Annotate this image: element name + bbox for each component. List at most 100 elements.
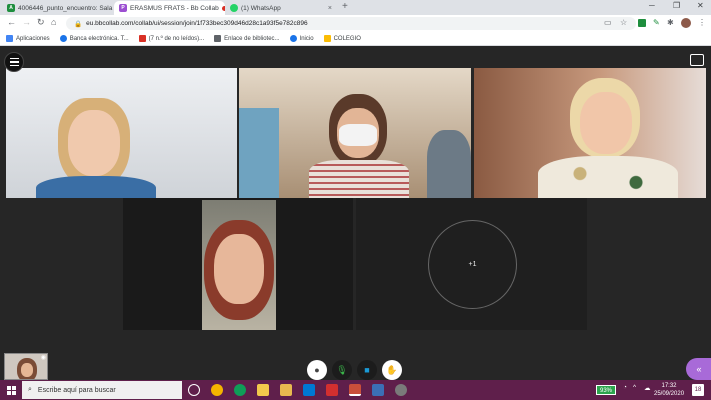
cortana-icon[interactable] [188, 384, 200, 396]
bookmark-inicio[interactable]: Inicio [289, 35, 314, 42]
bookmark-banca[interactable]: Banca electrónica. T... [59, 35, 129, 42]
my-video-thumbnail[interactable]: ◉ [4, 353, 48, 380]
battery-indicator[interactable]: 93% [596, 385, 617, 395]
file-explorer-icon[interactable] [280, 384, 292, 396]
eye-icon[interactable]: ◉ [41, 354, 46, 361]
tab-punto-encuentro[interactable]: A 4006446_punto_encuentro: Sala × [2, 1, 114, 15]
participant-video-4[interactable] [202, 200, 276, 330]
person-left-shape [239, 108, 279, 198]
camera-icon: ■ [364, 365, 370, 375]
restore-icon[interactable]: ❐ [673, 1, 680, 10]
profile-avatar[interactable] [681, 18, 691, 28]
windows-taskbar: ⌕ Escribe aquí para buscar 93% ◔ ^ ☁ 17:… [0, 380, 711, 400]
raise-hand-button[interactable]: ✋ [382, 360, 402, 380]
apps-grid-icon [6, 35, 13, 42]
tab-favicon-icon: A [7, 4, 15, 12]
user-avatar-icon: ● [314, 365, 320, 375]
face-mask-shape [339, 124, 377, 146]
bookmark-label: COLEGIO [333, 35, 361, 42]
bookmark-label: Banca electrónica. T... [69, 35, 129, 42]
lock-icon: 🔒 [74, 20, 83, 28]
browser-tab-strip: A 4006446_punto_encuentro: Sala × P ERAS… [0, 0, 711, 15]
floral-shirt-shape [538, 156, 678, 198]
participant-video-3[interactable] [474, 68, 706, 198]
extension-check-icon[interactable] [638, 19, 646, 27]
hamburger-line [9, 61, 19, 63]
menu-kebab-icon[interactable]: ⋮ [698, 18, 706, 27]
reload-icon[interactable]: ↻ [37, 17, 45, 28]
collaborate-panel-toggle[interactable]: « [686, 358, 711, 380]
network-icon[interactable]: ◔ [623, 384, 627, 391]
tab-erasmus-frats[interactable]: P ERASMUS FRATS - Bb Collab × [114, 1, 225, 15]
camera-button[interactable]: ■ [357, 360, 377, 380]
face-shape [580, 92, 632, 154]
hamburger-line [9, 64, 19, 66]
mail-app-icon[interactable] [303, 384, 315, 396]
face-shape [68, 110, 120, 176]
bookmark-label: Aplicaciones [16, 35, 50, 42]
chrome-icon[interactable] [211, 384, 223, 396]
url-text: eu.bbcollab.com/collab/ui/session/join/1… [86, 20, 308, 27]
wifi-icon[interactable]: ☁ [644, 384, 651, 392]
whatsapp-icon [230, 4, 238, 12]
close-window-icon[interactable]: ✕ [697, 1, 704, 10]
more-participants-count: +1 [468, 261, 477, 268]
tab-title: (1) WhatsApp [241, 4, 281, 12]
clock-date: 25/09/2020 [654, 391, 685, 397]
bookmarks-bar: Aplicaciones Banca electrónica. T... (7 … [0, 32, 711, 46]
bank-icon [59, 35, 67, 42]
my-status-button[interactable]: ● [307, 360, 327, 380]
bookmark-biblioteca[interactable]: Enlace de bibliotec... [214, 35, 280, 42]
start-button[interactable] [0, 380, 22, 400]
bookmark-apps[interactable]: Aplicaciones [6, 35, 50, 42]
system-clock[interactable]: 17:32 25/09/2020 [654, 382, 684, 398]
notification-center-button[interactable]: 18 [692, 384, 704, 396]
extensions-puzzle-icon[interactable]: ✱ [667, 18, 674, 27]
close-tab-icon[interactable]: × [328, 5, 332, 12]
mail-icon [138, 35, 146, 42]
minimize-icon[interactable]: ─ [649, 1, 655, 10]
forward-icon[interactable]: → [22, 17, 31, 27]
double-chevron-left-icon: « [696, 364, 702, 374]
shirt-shape [36, 176, 156, 198]
globe-icon [289, 35, 297, 42]
video-stage: +1 ◉ ● 🎙 ■ ✋ « [0, 46, 711, 380]
page-icon [214, 35, 222, 42]
cast-icon[interactable]: ▭ [604, 18, 612, 27]
app-icon[interactable] [395, 384, 407, 396]
bookmark-colegio[interactable]: COLEGIO [323, 35, 361, 42]
extension-leaf-icon[interactable]: ✎ [653, 18, 660, 27]
participant-video-4-frame [123, 198, 353, 330]
home-icon[interactable]: ⌂ [51, 17, 56, 27]
self-face-shape [21, 363, 33, 377]
microphone-button[interactable]: 🎙 [332, 360, 352, 380]
bookmark-star-icon[interactable]: ☆ [620, 18, 627, 27]
search-icon: ⌕ [28, 386, 32, 393]
bookmark-label: (7 n.º de no leídos)... [148, 35, 205, 42]
chat-icon[interactable] [690, 54, 704, 66]
bookmark-label: Enlace de bibliotec... [224, 35, 280, 42]
bookmark-mail[interactable]: (7 n.º de no leídos)... [138, 35, 205, 42]
person-right-shape [427, 130, 471, 198]
bookmark-label: Inicio [299, 35, 314, 42]
tab-title: ERASMUS FRATS - Bb Collab [130, 4, 219, 12]
tab-whatsapp[interactable]: (1) WhatsApp × [225, 1, 337, 15]
session-menu-button[interactable] [4, 52, 24, 72]
address-bar[interactable]: 🔒 eu.bbcollab.com/collab/ui/session/join… [66, 17, 636, 30]
powerpoint-icon[interactable] [349, 384, 361, 396]
word-icon[interactable] [372, 384, 384, 396]
show-hidden-icons-icon[interactable]: ^ [633, 384, 636, 391]
store-bag-icon[interactable] [257, 384, 269, 396]
more-participants-button[interactable]: +1 [428, 220, 517, 309]
acrobat-icon[interactable] [326, 384, 338, 396]
back-icon[interactable]: ← [7, 17, 16, 27]
face-shape [214, 234, 264, 304]
tab-title: 4006446_punto_encuentro: Sala [18, 4, 113, 12]
striped-shirt-shape [309, 160, 409, 198]
new-tab-icon[interactable]: + [342, 1, 348, 12]
taskbar-search-box[interactable]: ⌕ Escribe aquí para buscar [22, 381, 182, 399]
edge-icon[interactable] [234, 384, 246, 396]
participant-video-2[interactable] [239, 68, 471, 198]
participant-video-1[interactable] [6, 68, 237, 198]
microphone-icon: 🎙 [336, 364, 348, 375]
